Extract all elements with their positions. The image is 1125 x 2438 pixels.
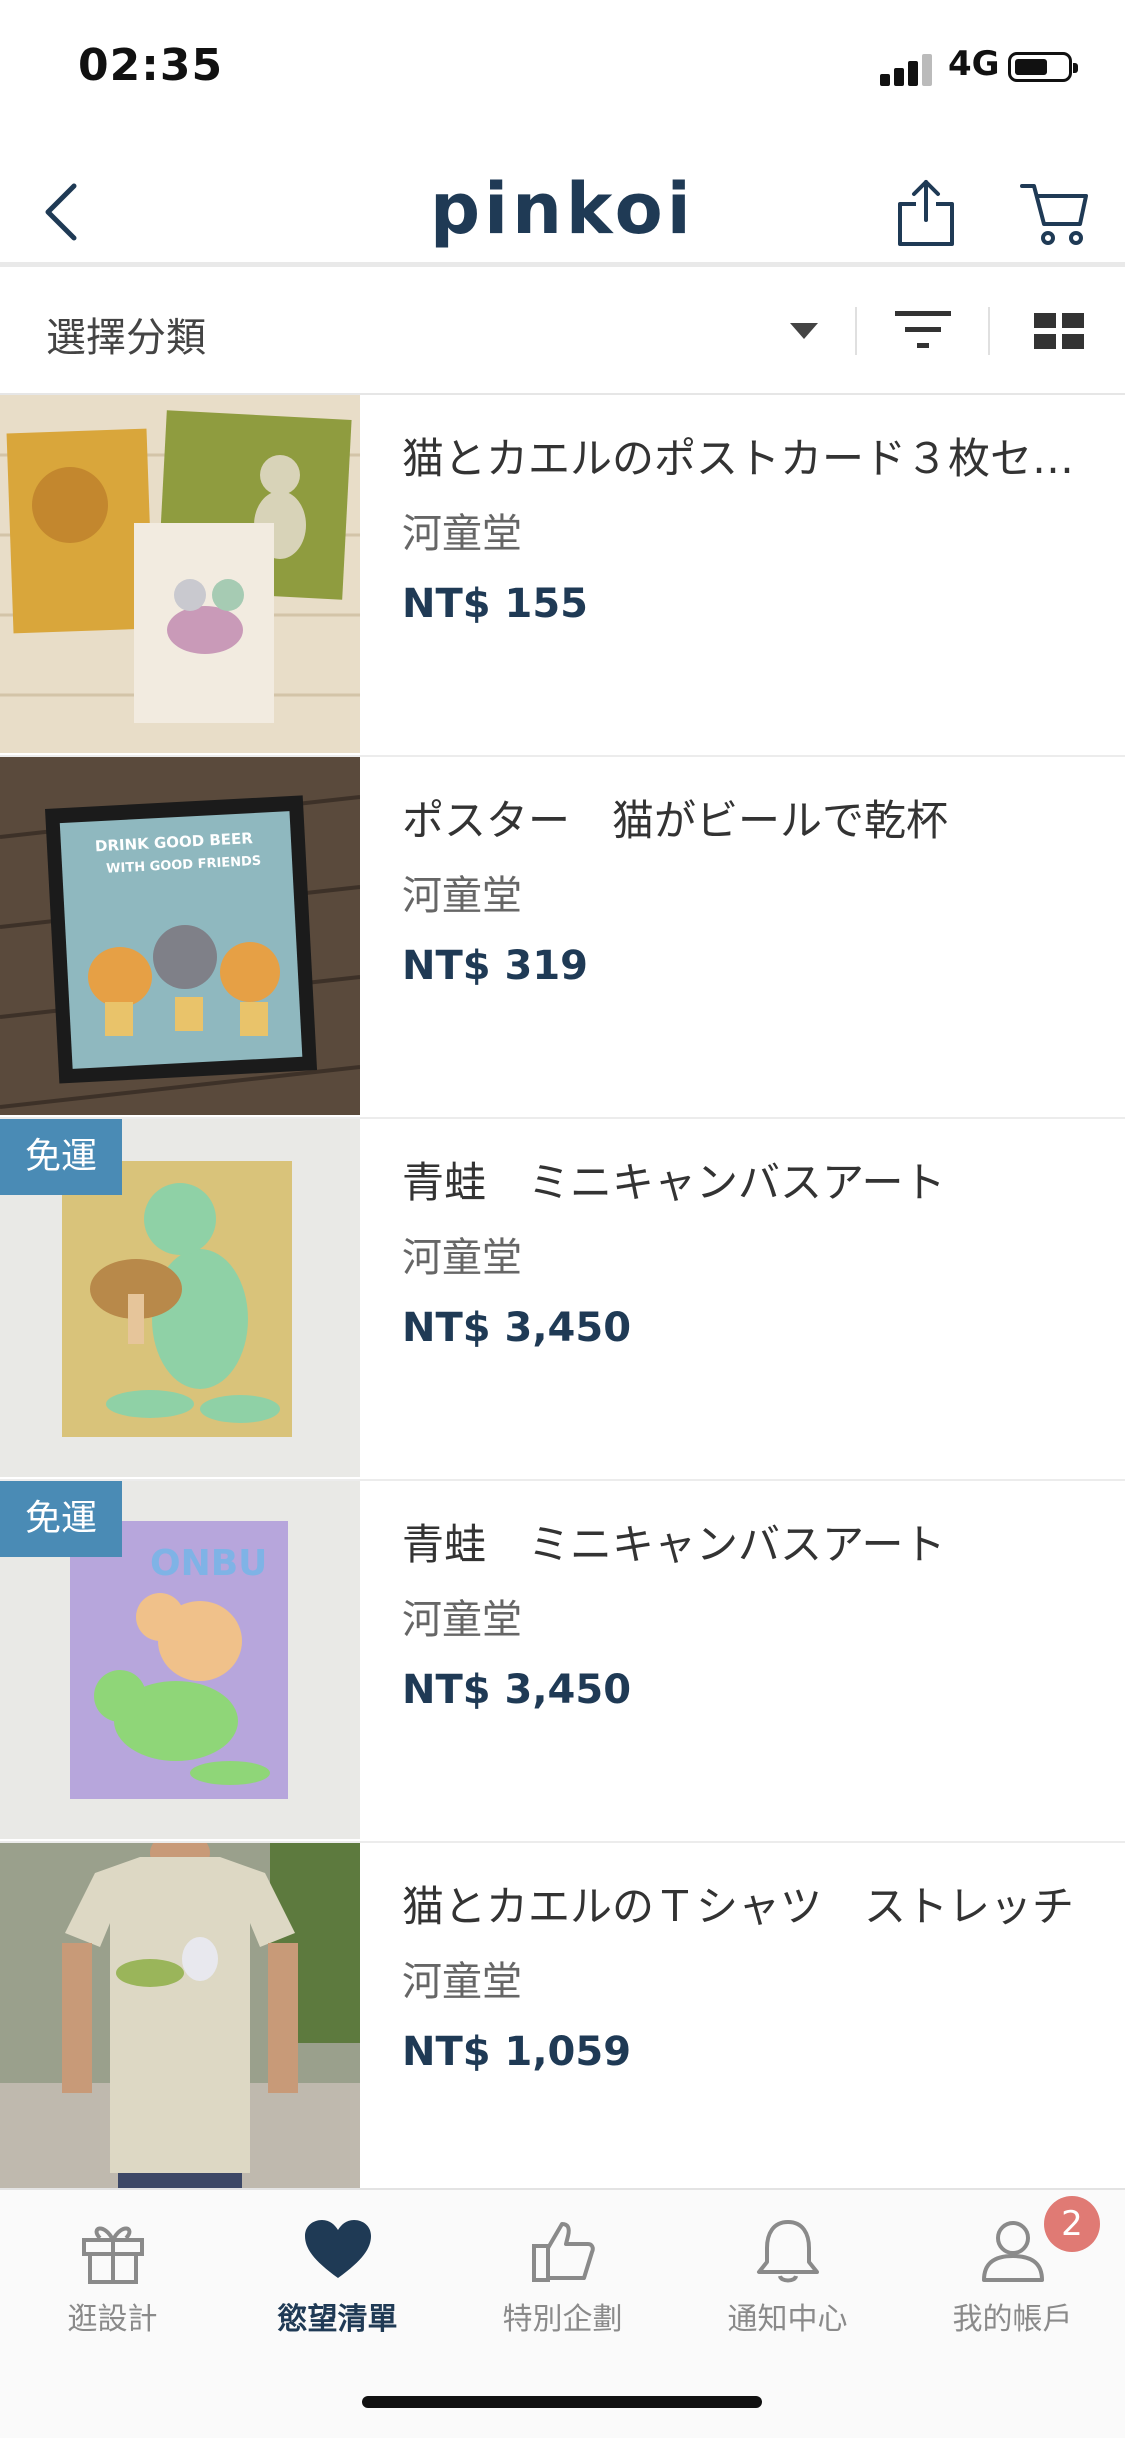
product-row[interactable]: ONBU 免運 青蛙 ミニキャンバスアート 河童堂 NT$ 3,450 [0, 1481, 1125, 1843]
canvas-text: ONBU [150, 1543, 267, 1584]
divider [855, 307, 857, 355]
tab-label: 通知中心 [727, 2302, 848, 2337]
shop-name[interactable]: 河童堂 [402, 1949, 522, 2007]
product-price: NT$ 3,450 [402, 1667, 632, 1713]
product-row[interactable]: 猫とカエルのＴシャツ ストレッチ 河童堂 NT$ 1,059 [0, 1843, 1125, 2205]
thumbs-up-icon [532, 2222, 595, 2282]
back-arrow-icon[interactable] [40, 180, 84, 244]
product-price: NT$ 1,059 [402, 2029, 632, 2075]
product-list: 猫とカエルのポストカード３枚セット 河童堂 NT$ 155 DRINK GOOD… [0, 395, 1125, 2205]
chevron-down-icon[interactable] [790, 323, 818, 339]
product-image[interactable] [0, 395, 360, 753]
heart-icon [305, 2220, 371, 2278]
product-row[interactable]: 猫とカエルのポストカード３枚セット 河童堂 NT$ 155 [0, 395, 1125, 757]
gift-icon [82, 2226, 144, 2284]
tab-notifications[interactable]: 通知中心 [675, 2190, 900, 2340]
user-icon [982, 2221, 1044, 2282]
divider [988, 307, 990, 355]
grid-view-icon[interactable] [1034, 313, 1084, 349]
product-image[interactable]: ONBU 免運 [0, 1481, 360, 1839]
share-icon[interactable] [894, 176, 958, 248]
bell-icon [757, 2220, 819, 2283]
product-price: NT$ 3,450 [402, 1305, 632, 1351]
product-title[interactable]: 猫とカエルのポストカード３枚セット [402, 425, 1092, 486]
product-title[interactable]: 猫とカエルのＴシャツ ストレッチ [402, 1873, 1092, 1934]
product-price: NT$ 319 [402, 943, 589, 989]
free-shipping-badge: 免運 [0, 1119, 122, 1195]
category-selector[interactable]: 選擇分類 [46, 305, 206, 363]
pinkoi-logo[interactable]: pinkoi [430, 168, 695, 250]
filter-bar: 選擇分類 [0, 267, 1125, 395]
product-title[interactable]: ポスター 猫がビールで乾杯 [402, 787, 1092, 848]
home-indicator [362, 2396, 762, 2408]
product-title[interactable]: 青蛙 ミニキャンバスアート [402, 1149, 1092, 1210]
nav-header: pinkoi [0, 140, 1125, 267]
product-image[interactable]: 免運 [0, 1119, 360, 1477]
shop-name[interactable]: 河童堂 [402, 1587, 522, 1645]
product-title[interactable]: 青蛙 ミニキャンバスアート [402, 1511, 1092, 1572]
product-row[interactable]: 免運 青蛙 ミニキャンバスアート 河童堂 NT$ 3,450 [0, 1119, 1125, 1481]
network-type: 4G [948, 44, 1000, 84]
tab-label: 特別企劃 [502, 2302, 623, 2337]
shop-name[interactable]: 河童堂 [402, 863, 522, 921]
battery-icon [1008, 52, 1078, 82]
cart-icon[interactable] [1020, 180, 1090, 250]
status-bar: 02:35 4G [0, 0, 1125, 140]
product-price: NT$ 155 [402, 581, 589, 627]
shop-name[interactable]: 河童堂 [402, 1225, 522, 1283]
tab-browse[interactable]: 逛設計 [0, 2190, 225, 2340]
product-image[interactable]: DRINK GOOD BEER WITH GOOD FRIENDS [0, 757, 360, 1115]
filter-icon[interactable] [895, 307, 951, 353]
tab-wishlist[interactable]: 慾望清單 [225, 2190, 450, 2340]
free-shipping-badge: 免運 [0, 1481, 122, 1557]
tab-label: 我的帳戶 [952, 2302, 1073, 2337]
notification-badge: 2 [1044, 2196, 1100, 2252]
shop-name[interactable]: 河童堂 [402, 501, 522, 559]
status-time: 02:35 [78, 40, 224, 91]
tab-label: 逛設計 [67, 2302, 158, 2337]
product-row[interactable]: DRINK GOOD BEER WITH GOOD FRIENDS ポスター 猫… [0, 757, 1125, 1119]
tab-special[interactable]: 特別企劃 [450, 2190, 675, 2340]
product-image[interactable] [0, 1843, 360, 2201]
tab-label: 慾望清單 [277, 2302, 398, 2337]
signal-icon [880, 50, 936, 86]
